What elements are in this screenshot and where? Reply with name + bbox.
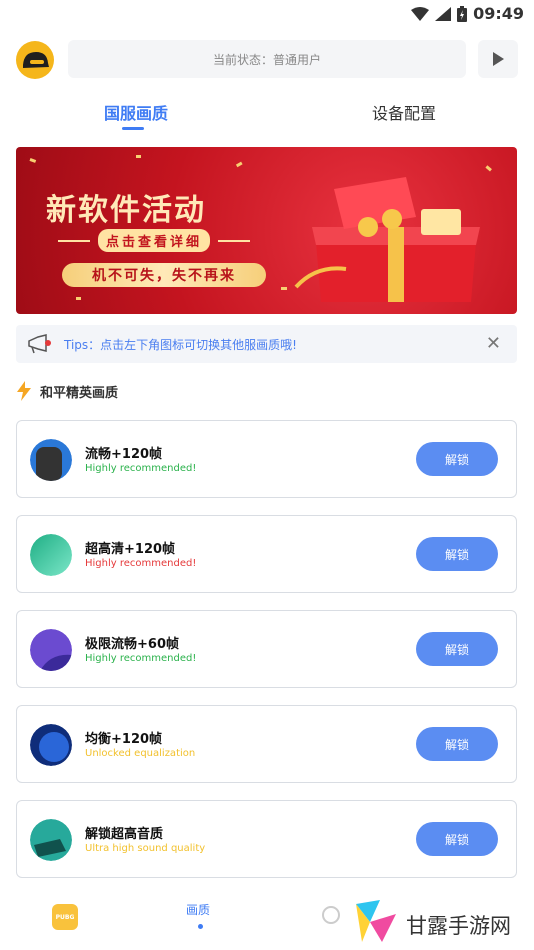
- battery-icon: [457, 5, 468, 22]
- banner-subtitle-row: 点击查看详细: [58, 229, 251, 252]
- unlock-button[interactable]: 解锁: [416, 442, 498, 476]
- signal-icon: [435, 6, 452, 21]
- card-title: 超高清+120帧: [85, 542, 176, 557]
- card-title: 极限流畅+60帧: [85, 637, 179, 652]
- watermark-text: 甘露手游网: [406, 914, 511, 938]
- unlock-button[interactable]: 解锁: [416, 822, 498, 856]
- tab-device-config[interactable]: 设备配置: [372, 100, 436, 124]
- card-subtitle: Highly recommended!: [85, 653, 197, 664]
- nav-pubg-icon[interactable]: PUBG: [52, 904, 78, 930]
- tab-guofu-quality[interactable]: 国服画质: [104, 100, 168, 124]
- unlock-button[interactable]: 解锁: [416, 632, 498, 666]
- banner-divider-right: [218, 239, 251, 242]
- card-subtitle: Highly recommended!: [85, 463, 197, 474]
- card-icon-uhd: [30, 534, 72, 576]
- card-subtitle: Highly recommended!: [85, 558, 197, 569]
- banner-subtitle: 点击查看详细: [98, 229, 211, 252]
- nav-active-dot: [198, 924, 203, 929]
- card-icon-smooth: [30, 439, 72, 481]
- user-status-text: 当前状态：普通用户: [212, 52, 321, 67]
- play-icon: [493, 52, 504, 66]
- unlock-button[interactable]: 解锁: [416, 727, 498, 761]
- status-bar: 09:49: [0, 0, 534, 28]
- watermark-logo-icon: [356, 900, 396, 942]
- play-button[interactable]: [478, 40, 518, 78]
- nav-quality-tab[interactable]: 画质: [186, 901, 210, 918]
- banner-title: 新软件活动: [46, 193, 206, 228]
- quality-card-hd-sound: 解锁超高音质 Ultra high sound quality 解锁: [16, 800, 517, 878]
- section-header: 和平精英画质: [16, 381, 118, 401]
- tips-bar: Tips：点击左下角图标可切换其他服画质哦! ✕: [16, 325, 517, 363]
- banner-divider-left: [58, 239, 90, 242]
- card-icon-extreme: [30, 629, 72, 671]
- card-title: 流畅+120帧: [85, 447, 163, 462]
- unlock-button[interactable]: 解锁: [416, 537, 498, 571]
- user-status-box: 当前状态：普通用户: [68, 40, 466, 78]
- quality-card-uhd-120: 超高清+120帧 Highly recommended! 解锁: [16, 515, 517, 593]
- quality-card-balanced-120: 均衡+120帧 Unlocked equalization 解锁: [16, 705, 517, 783]
- top-bar: 当前状态：普通用户: [16, 40, 518, 80]
- quality-card-smooth-120: 流畅+120帧 Highly recommended! 解锁: [16, 420, 517, 498]
- tab-active-indicator: [122, 127, 144, 130]
- avatar[interactable]: [16, 41, 54, 79]
- helmet-icon: [23, 52, 49, 68]
- quality-card-extreme-60: 极限流畅+60帧 Highly recommended! 解锁: [16, 610, 517, 688]
- clock: 09:49: [473, 4, 524, 23]
- wifi-icon: [411, 6, 430, 21]
- watermark: 甘露手游网: [350, 898, 530, 948]
- megaphone-icon: [26, 333, 54, 359]
- card-title: 均衡+120帧: [85, 732, 163, 747]
- lightning-icon: [17, 381, 31, 401]
- banner-slogan: 机不可失，失不再来: [62, 263, 266, 287]
- promo-banner[interactable]: 新软件活动 点击查看详细 机不可失，失不再来: [16, 147, 517, 314]
- card-icon-balanced: [30, 724, 72, 766]
- section-title: 和平精英画质: [40, 385, 119, 401]
- status-icons: 09:49: [411, 4, 524, 23]
- card-subtitle: Ultra high sound quality: [85, 843, 206, 854]
- tab-bar: 国服画质 设备配置: [0, 96, 534, 136]
- card-icon-sound: [30, 819, 72, 861]
- pubg-icon-label: PUBG: [55, 913, 75, 921]
- nav-settings-icon[interactable]: [322, 906, 340, 924]
- card-title: 解锁超高音质: [85, 827, 164, 842]
- tips-text: Tips：点击左下角图标可切换其他服画质哦!: [64, 338, 297, 352]
- close-icon[interactable]: ✕: [486, 333, 501, 354]
- card-subtitle: Unlocked equalization: [85, 748, 196, 759]
